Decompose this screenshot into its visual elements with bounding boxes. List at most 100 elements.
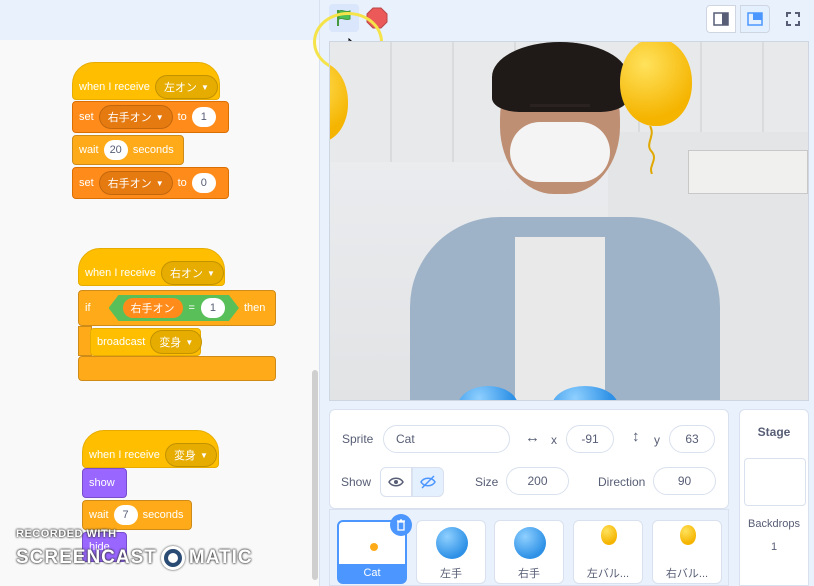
sprite-name: 左バル...: [586, 568, 630, 580]
stage-canvas[interactable]: [329, 41, 809, 401]
block-label: if: [85, 302, 91, 314]
fullscreen-icon: [786, 12, 800, 26]
scratch-editor: when I receive 左オン ▼ set 右手オン ▼ to 1 wait …: [0, 0, 814, 586]
eye-icon: [388, 477, 404, 487]
dropdown-caret-icon: ▼: [155, 178, 164, 188]
sprite-tile-left-hand[interactable]: 左手: [416, 520, 486, 584]
watermark-text-matic: MATIC: [188, 547, 253, 568]
message-dropdown[interactable]: 変身 ▼: [150, 330, 203, 354]
wait-block[interactable]: wait 7 seconds: [82, 500, 192, 530]
message-dropdown[interactable]: 左オン ▼: [154, 75, 218, 99]
compare-value-input[interactable]: 1: [201, 298, 225, 318]
when-i-receive-block[interactable]: when I receive 右オン ▼: [78, 248, 225, 286]
block-label: broadcast: [97, 336, 146, 348]
direction-label: Direction: [598, 475, 646, 489]
y-position-input[interactable]: 63: [669, 425, 715, 453]
code-area[interactable]: when I receive 左オン ▼ set 右手オン ▼ to 1 wait …: [0, 0, 320, 586]
if-block-bottom: [78, 356, 276, 381]
block-label: show: [89, 477, 115, 489]
fullscreen-button[interactable]: [778, 5, 808, 33]
x-position-input[interactable]: -91: [566, 425, 614, 453]
backdrop-thumbnail[interactable]: [744, 458, 806, 506]
seconds-input[interactable]: 7: [113, 505, 138, 525]
cat-thumbnail-icon: [370, 543, 378, 551]
block-label: when I receive: [89, 449, 160, 461]
screencast-logo-icon: [160, 546, 185, 570]
small-stage-button[interactable]: [706, 5, 736, 33]
webcam-person-hair: [492, 42, 628, 112]
sprite-name: 左手: [440, 568, 462, 580]
message-dropdown[interactable]: 右オン ▼: [160, 261, 224, 285]
watermark-logo: SCREENCAST MATIC: [16, 546, 253, 570]
large-stage-button[interactable]: [740, 5, 770, 33]
webcam-person-mask: [510, 122, 610, 182]
sprite-name: Cat: [339, 564, 405, 582]
sprite-tile-left-balloon[interactable]: 左バル...: [573, 520, 643, 584]
code-area-scrollbar[interactable]: [312, 370, 318, 580]
eye-slash-icon: [420, 475, 436, 489]
block-label: seconds: [132, 144, 174, 156]
dropdown-caret-icon: ▼: [200, 82, 209, 92]
yellow-balloon-sprite[interactable]: [620, 42, 692, 126]
broadcast-block[interactable]: broadcast 変身 ▼: [90, 328, 203, 356]
message-dropdown[interactable]: 変身 ▼: [164, 443, 217, 467]
block-label: set: [79, 111, 94, 123]
size-label: Size: [475, 475, 499, 489]
operator-symbol: =: [188, 302, 195, 314]
x-label: x: [551, 433, 557, 447]
block-label: wait: [79, 144, 99, 156]
block-label: set: [79, 177, 94, 189]
set-variable-block[interactable]: set 右手オン ▼ to 0: [72, 167, 229, 199]
blue-ball-thumbnail-icon: [436, 527, 468, 559]
dropdown-caret-icon: ▼: [199, 450, 208, 460]
sprite-name: 右バル...: [665, 568, 709, 580]
stage-selector-pane[interactable]: Stage Backdrops 1: [739, 409, 809, 586]
when-i-receive-block[interactable]: when I receive 変身 ▼: [82, 430, 219, 468]
y-label: y: [654, 433, 660, 447]
value-input[interactable]: 0: [191, 173, 216, 193]
when-i-receive-block[interactable]: when I receive 左オン ▼: [72, 62, 220, 100]
variable-dropdown[interactable]: 右手オン ▼: [98, 105, 173, 129]
trash-icon: [397, 519, 405, 531]
block-label: then: [243, 302, 266, 314]
seconds-input[interactable]: 20: [103, 140, 128, 160]
block-label: to: [177, 111, 187, 123]
watermark-recorded-with: RECORDED WITH: [16, 528, 117, 540]
delete-sprite-button[interactable]: [390, 514, 412, 536]
set-variable-block[interactable]: set 右手オン ▼ to 1: [72, 101, 229, 133]
block-label: seconds: [142, 509, 184, 521]
dropdown-caret-icon: ▼: [155, 112, 164, 122]
show-block[interactable]: show: [82, 468, 127, 498]
variable-dropdown[interactable]: 右手オン ▼: [98, 171, 173, 195]
sprite-name-input[interactable]: Cat: [383, 425, 510, 453]
sprite-label: Sprite: [342, 432, 374, 446]
x-arrows-icon: ↔: [525, 429, 540, 446]
webcam-air-conditioner: [688, 150, 808, 194]
dropdown-caret-icon: ▼: [206, 268, 215, 278]
blue-ball-thumbnail-icon: [514, 527, 546, 559]
backdrops-label: Backdrops: [748, 518, 800, 530]
balloon-string-icon: [648, 126, 655, 174]
size-input[interactable]: 200: [506, 467, 569, 495]
sprite-name: 右手: [518, 568, 540, 580]
block-label: when I receive: [85, 267, 156, 279]
wait-block[interactable]: wait 20 seconds: [72, 135, 184, 165]
large-stage-icon: [747, 12, 763, 26]
if-then-block[interactable]: if 右手オン = 1 then: [78, 290, 276, 326]
webcam-person-eyes: [530, 104, 590, 110]
show-hidden-toggle[interactable]: [412, 467, 444, 497]
stage-pane-title: Stage: [757, 425, 791, 439]
small-stage-icon: [713, 12, 729, 26]
equals-operator[interactable]: 右手オン = 1: [109, 295, 239, 321]
backdrops-count: 1: [770, 541, 778, 553]
block-label: to: [177, 177, 187, 189]
direction-input[interactable]: 90: [653, 467, 716, 495]
variable-reporter[interactable]: 右手オン: [123, 298, 183, 318]
sprite-tile-right-hand[interactable]: 右手: [494, 520, 564, 584]
show-visible-toggle[interactable]: [380, 467, 412, 497]
y-arrows-icon: ↕: [632, 428, 640, 445]
watermark-text-screencast: SCREENCAST: [16, 547, 157, 568]
code-area-header: [0, 0, 319, 40]
sprite-tile-right-balloon[interactable]: 右バル...: [652, 520, 722, 584]
value-input[interactable]: 1: [191, 107, 216, 127]
